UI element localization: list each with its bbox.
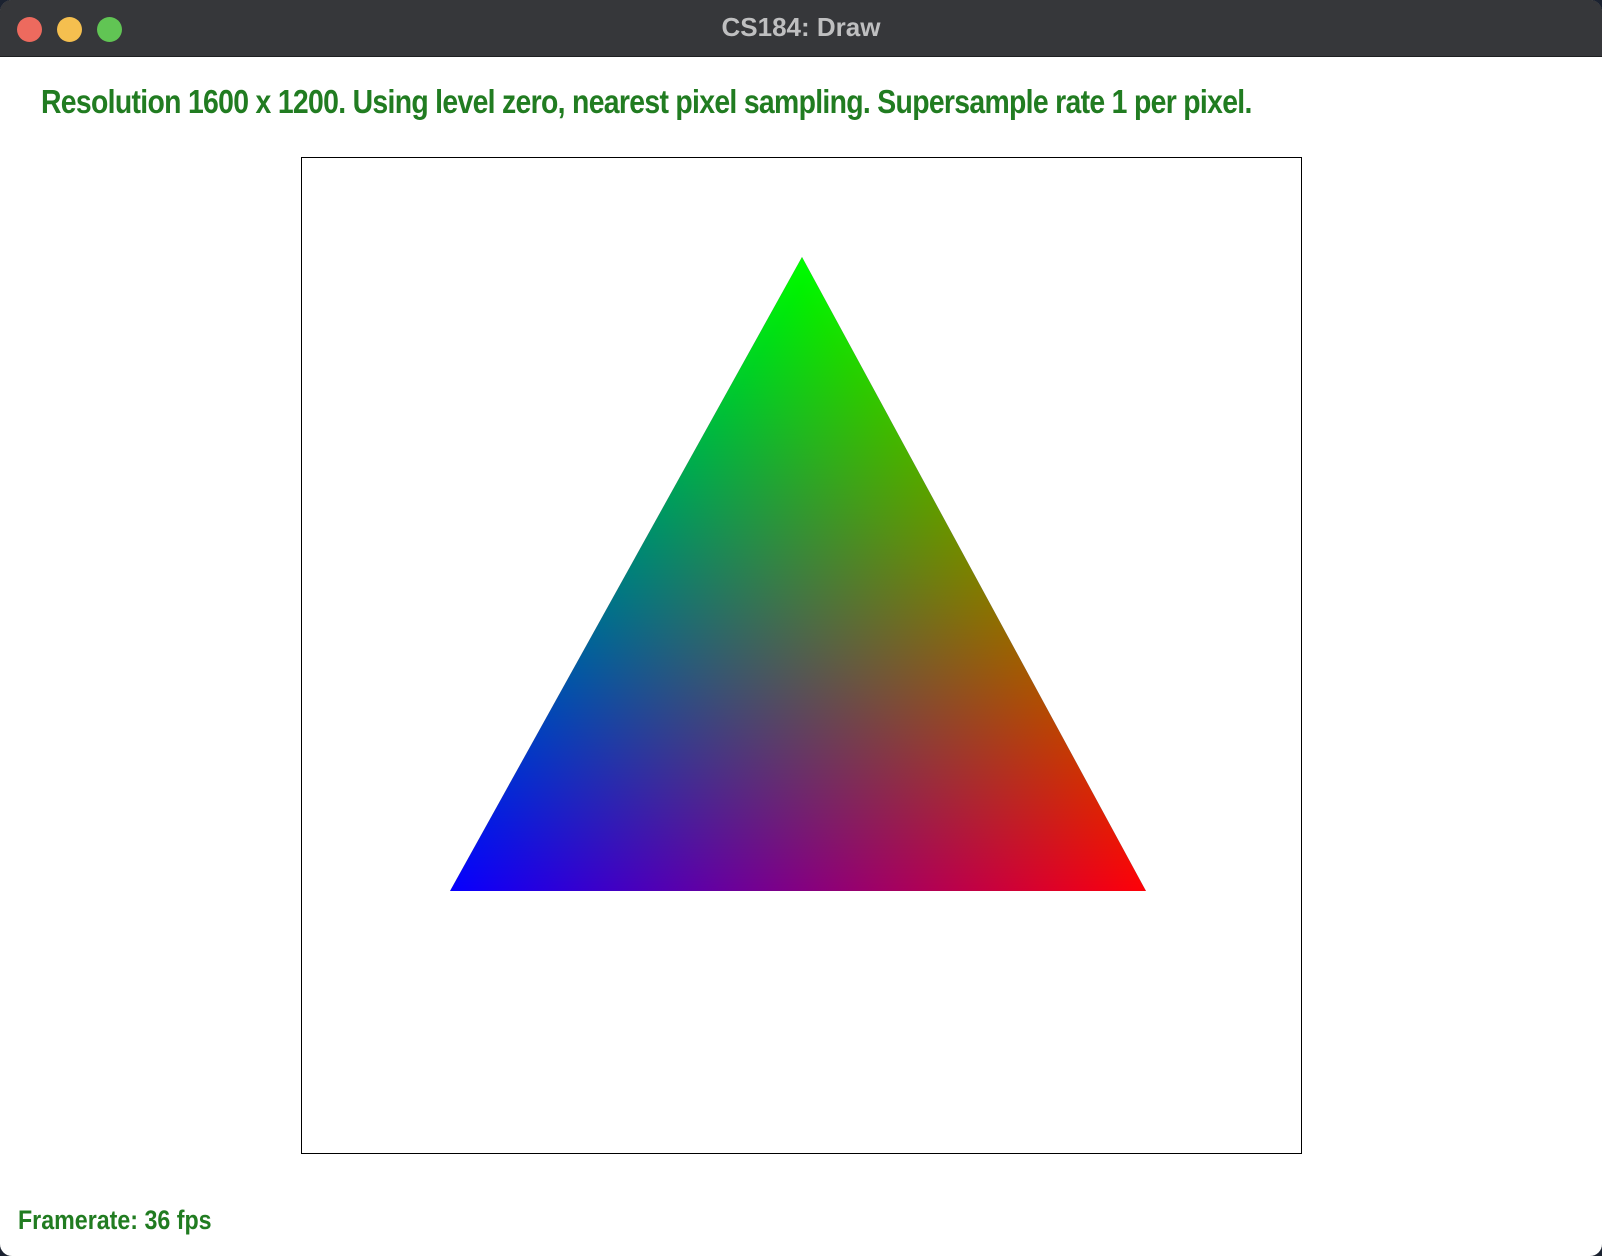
framerate-text: Framerate: 36 fps bbox=[18, 1205, 212, 1235]
render-status-text: Resolution 1600 x 1200. Using level zero… bbox=[41, 83, 1252, 120]
window-title: CS184: Draw bbox=[721, 12, 881, 42]
title-bar[interactable]: CS184: Draw bbox=[0, 0, 1602, 57]
draw-content-area: Resolution 1600 x 1200. Using level zero… bbox=[0, 57, 1602, 1256]
triangle-render bbox=[450, 257, 1146, 891]
gradient-layer-right bbox=[450, 257, 1146, 891]
drawing-canvas[interactable] bbox=[301, 157, 1302, 1154]
app-window: CS184: Draw Resolution 1600 x 1200. Usin… bbox=[0, 0, 1602, 1256]
